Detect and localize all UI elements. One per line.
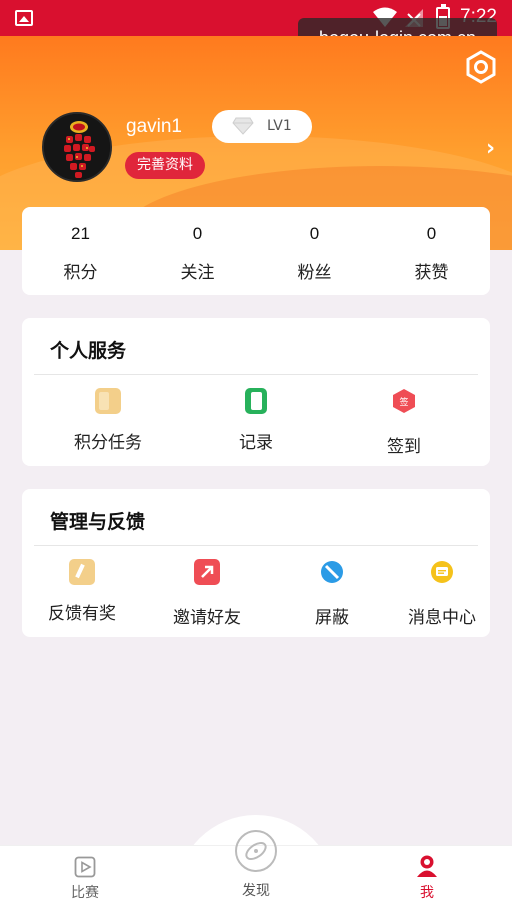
svg-text:签: 签 <box>399 396 408 408</box>
section-title: 管理与反馈 <box>50 511 146 533</box>
item-label: 签到 <box>387 437 421 457</box>
stat-value: 21 <box>71 224 90 243</box>
nav-label: 发现 <box>242 883 270 899</box>
invite-friends-item[interactable]: 邀请好友 <box>165 559 249 628</box>
divider <box>34 545 478 546</box>
divider <box>34 374 478 375</box>
block-icon <box>321 561 343 583</box>
points-task-item[interactable]: 积分任务 <box>66 388 150 453</box>
record-item[interactable]: 记录 <box>214 388 298 453</box>
stat-value: 0 <box>309 224 320 243</box>
stat-points[interactable]: 21 积分 <box>22 207 139 295</box>
feedback-icon <box>69 559 95 585</box>
stat-value: 0 <box>426 224 437 243</box>
nav-label: 比赛 <box>71 885 99 901</box>
settings-gear-icon[interactable] <box>464 50 498 84</box>
diamond-icon <box>232 117 254 135</box>
management-feedback-card: 管理与反馈 反馈有奖 邀请好友 屏蔽 消息中心 <box>22 489 490 637</box>
avatar[interactable] <box>42 112 112 182</box>
points-task-icon <box>95 388 121 414</box>
username: gavin1 <box>126 116 182 137</box>
stat-value: 0 <box>192 224 203 243</box>
message-icon <box>431 561 453 583</box>
complete-profile-button[interactable]: 完善资料 <box>125 152 205 179</box>
personal-services-card: 个人服务 积分任务 记录 签 签到 <box>22 318 490 466</box>
nav-me[interactable]: 我 <box>402 854 452 902</box>
nav-match[interactable]: 比赛 <box>60 856 110 902</box>
stat-label: 获赞 <box>414 263 449 283</box>
chevron-right-icon[interactable]: › <box>486 136 495 161</box>
play-video-icon <box>74 856 96 878</box>
section-title: 个人服务 <box>50 340 127 362</box>
invite-icon <box>194 559 220 585</box>
stat-following[interactable]: 0 关注 <box>139 207 256 295</box>
checkin-icon: 签 <box>393 389 415 413</box>
stat-label: 关注 <box>180 263 215 283</box>
nav-label: 我 <box>420 885 434 901</box>
message-center-item[interactable]: 消息中心 <box>400 559 484 628</box>
user-profile-icon <box>417 855 437 877</box>
item-label: 反馈有奖 <box>48 604 116 624</box>
item-label: 屏蔽 <box>315 608 349 628</box>
stat-label: 积分 <box>63 263 98 283</box>
stat-label: 粉丝 <box>297 263 332 283</box>
item-label: 记录 <box>239 433 273 453</box>
level-text: LV1 <box>267 118 292 134</box>
stat-likes[interactable]: 0 获赞 <box>373 207 490 295</box>
record-icon <box>245 388 267 414</box>
block-item[interactable]: 屏蔽 <box>290 559 374 628</box>
stats-card: 21 积分 0 关注 0 粉丝 0 获赞 <box>22 207 490 295</box>
stat-fans[interactable]: 0 粉丝 <box>256 207 373 295</box>
checkin-item[interactable]: 签 签到 <box>362 388 446 457</box>
feedback-reward-item[interactable]: 反馈有奖 <box>40 559 124 624</box>
item-label: 积分任务 <box>74 433 142 453</box>
item-label: 邀请好友 <box>173 608 241 628</box>
discover-compass-icon <box>235 830 277 872</box>
nav-discover[interactable]: 发现 <box>224 828 288 900</box>
gallery-notification-icon <box>15 10 33 26</box>
item-label: 消息中心 <box>408 608 476 628</box>
level-badge[interactable]: LV1 <box>212 110 312 143</box>
